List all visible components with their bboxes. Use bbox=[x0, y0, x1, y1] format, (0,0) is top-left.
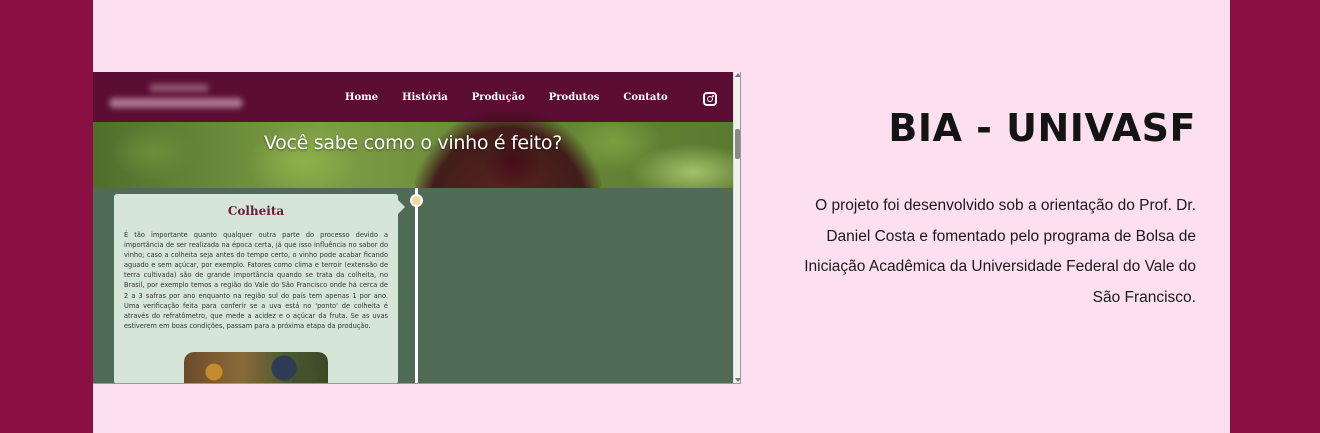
project-title: BIA - UNIVASF bbox=[888, 106, 1196, 150]
timeline-dot bbox=[410, 194, 423, 207]
nav-home[interactable]: Home bbox=[345, 92, 378, 103]
harvest-image bbox=[184, 352, 328, 383]
timeline-card: Colheita É tão importante quanto qualque… bbox=[114, 194, 405, 383]
instagram-icon[interactable] bbox=[703, 92, 717, 106]
nav-producao[interactable]: Produção bbox=[472, 92, 525, 103]
timeline-card-title: Colheita bbox=[227, 204, 285, 218]
nav-produtos[interactable]: Produtos bbox=[549, 92, 600, 103]
scroll-thumb[interactable] bbox=[735, 129, 740, 159]
scroll-down-arrow-icon[interactable] bbox=[735, 378, 740, 382]
site-hero-banner: Você sabe como o vinho é feito? bbox=[93, 112, 733, 232]
project-description: O projeto foi desenvolvido sob a orienta… bbox=[804, 197, 1196, 306]
timeline-card-text: É tão importante quanto qualquer outra p… bbox=[124, 231, 388, 330]
nav-contato[interactable]: Contato bbox=[623, 92, 667, 103]
timeline-line bbox=[415, 188, 418, 383]
portfolio-section: Home História Produção Produtos Contato … bbox=[93, 0, 1230, 433]
site-logo-blurred bbox=[109, 82, 245, 112]
nav-historia[interactable]: História bbox=[402, 92, 448, 103]
screenshot-scrollbar[interactable] bbox=[733, 72, 740, 383]
hero-title: Você sabe como o vinho é feito? bbox=[263, 132, 563, 154]
website-screenshot: Home História Produção Produtos Contato … bbox=[93, 72, 741, 384]
site-timeline-section: Colheita É tão importante quanto qualque… bbox=[93, 188, 733, 383]
scroll-up-arrow-icon[interactable] bbox=[735, 73, 740, 77]
